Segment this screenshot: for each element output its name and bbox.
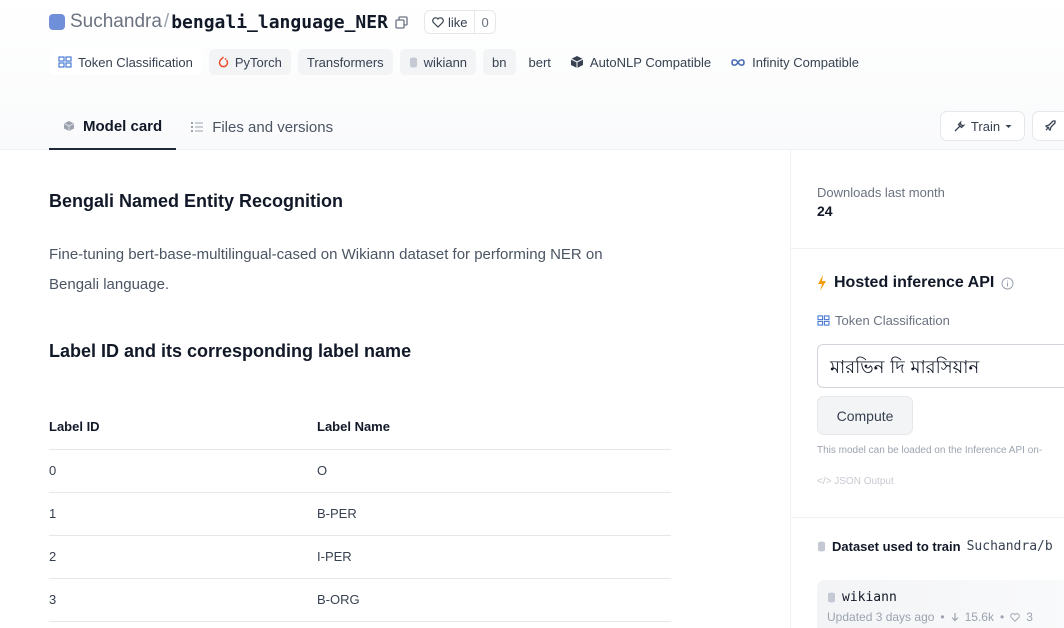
label-table: Label ID Label Name 0 O 1 B-PER 2 I-PER … xyxy=(49,405,671,622)
inference-task: Token Classification xyxy=(817,313,950,328)
wrench-icon xyxy=(954,119,966,131)
pytorch-icon xyxy=(218,55,229,67)
rocket-icon xyxy=(1044,120,1056,132)
path-separator: / xyxy=(163,11,170,32)
train-label: Train xyxy=(970,118,1001,134)
download-icon xyxy=(951,613,959,622)
table-cell: I-PER xyxy=(317,535,671,579)
tab-label: Model card xyxy=(83,117,163,135)
dataset-section-title: Dataset used to train Suchandra/b xyxy=(817,539,1053,554)
tag-list: Token Classification PyTorch Transformer… xyxy=(49,49,865,75)
inference-title-text: Hosted inference API xyxy=(834,274,995,291)
table-cell: 0 xyxy=(49,449,317,493)
column-header: Label ID xyxy=(49,405,317,450)
tag-label: wikiann xyxy=(423,54,468,70)
code-icon: </> xyxy=(817,476,835,487)
dataset-icon xyxy=(828,592,835,603)
table-row: 0 O xyxy=(49,449,671,493)
token-classification-icon xyxy=(58,56,72,68)
section-divider xyxy=(791,517,1064,518)
heart-icon xyxy=(1010,612,1020,622)
json-output-label: JSON Output xyxy=(834,476,894,487)
content-subheading: Label ID and its corresponding label nam… xyxy=(49,341,412,361)
token-classification-icon xyxy=(817,315,830,326)
repo-name-link[interactable]: bengali_language_NER xyxy=(171,12,388,33)
inference-task-label: Token Classification xyxy=(835,313,950,328)
info-icon[interactable] xyxy=(1001,277,1014,290)
content-paragraph: Fine-tuning bert-base-multilingual-cased… xyxy=(49,246,603,293)
dataset-icon xyxy=(409,57,417,67)
repo-title-row: Suchandra / bengali_language_NER like 0 xyxy=(49,9,496,35)
inference-note: This model can be loaded on the Inferenc… xyxy=(817,445,1043,456)
like-label: like xyxy=(447,14,468,30)
dataset-updated: Updated 3 days ago xyxy=(827,610,935,624)
owner-link[interactable]: Suchandra xyxy=(70,11,162,33)
chevron-down-icon xyxy=(1005,124,1012,128)
dataset-name: wikiann xyxy=(842,590,897,605)
dataset-card[interactable]: wikiann Updated 3 days ago • 15.6k • 3 xyxy=(817,580,1064,628)
dataset-downloads: 15.6k xyxy=(964,610,994,624)
tag-bert[interactable]: bert xyxy=(523,49,557,75)
copy-icon[interactable] xyxy=(395,15,408,29)
lightning-icon xyxy=(818,275,826,291)
model-header: Suchandra / bengali_language_NER like 0 … xyxy=(0,0,1064,150)
tag-wikiann[interactable]: wikiann xyxy=(399,49,477,75)
column-header: Label Name xyxy=(317,405,671,450)
tag-infinity[interactable]: Infinity Compatible xyxy=(724,49,865,75)
dataset-likes: 3 xyxy=(1026,610,1033,624)
tag-token-classification[interactable]: Token Classification xyxy=(49,49,202,75)
table-cell: 3 xyxy=(49,578,317,622)
infinity-icon xyxy=(731,58,745,66)
tag-bn[interactable]: bn xyxy=(483,49,516,75)
tag-label: Token Classification xyxy=(78,54,193,70)
dataset-icon xyxy=(818,541,825,552)
inference-api-title: Hosted inference API xyxy=(817,274,1014,292)
separator-dot: • xyxy=(940,610,945,624)
tag-label: PyTorch xyxy=(234,54,282,70)
tab-files-and-versions[interactable]: Files and versions xyxy=(176,104,347,150)
section-divider xyxy=(791,248,1064,249)
tag-label: bert xyxy=(528,54,551,70)
separator-dot: • xyxy=(999,610,1005,624)
tab-model-card[interactable]: Model card xyxy=(49,104,177,150)
files-icon xyxy=(191,122,204,132)
tag-pytorch[interactable]: PyTorch xyxy=(208,49,291,75)
table-row: 2 I-PER xyxy=(49,535,671,579)
dataset-ref[interactable]: Suchandra/b xyxy=(967,539,1053,554)
dataset-title-text: Dataset used to train xyxy=(832,539,961,554)
like-button[interactable]: like 0 xyxy=(423,10,496,34)
deploy-button[interactable] xyxy=(1032,111,1064,141)
table-row: 1 B-PER xyxy=(49,492,671,536)
json-output-toggle[interactable]: </> JSON Output xyxy=(817,476,894,487)
tag-label: Transformers xyxy=(306,54,384,70)
table-header-row: Label ID Label Name xyxy=(49,405,671,450)
heart-icon xyxy=(432,16,444,28)
tag-label: bn xyxy=(492,54,507,70)
owner-avatar[interactable] xyxy=(49,14,65,30)
downloads-value: 24 xyxy=(817,203,833,219)
tag-label: Infinity Compatible xyxy=(752,54,860,70)
sidebar: Downloads last month 24 Hosted inference… xyxy=(790,150,1064,628)
inference-input[interactable]: মারভিন দি মারসিয়ান xyxy=(817,344,1064,388)
table-row: 3 B-ORG xyxy=(49,578,671,622)
table-cell: 2 xyxy=(49,535,317,579)
tab-label: Files and versions xyxy=(212,118,334,136)
tag-label: AutoNLP Compatible xyxy=(589,54,712,70)
table-cell: B-PER xyxy=(317,492,671,536)
downloads-label: Downloads last month xyxy=(817,185,945,200)
table-cell: B-ORG xyxy=(317,578,671,622)
like-count: 0 xyxy=(474,11,494,33)
train-button[interactable]: Train xyxy=(940,111,1025,141)
table-cell: O xyxy=(317,449,671,493)
table-cell: 1 xyxy=(49,492,317,536)
tag-transformers[interactable]: Transformers xyxy=(297,49,393,75)
content-heading: Bengali Named Entity Recognition xyxy=(49,191,344,211)
tag-autonlp[interactable]: AutoNLP Compatible xyxy=(564,49,717,75)
cube-icon xyxy=(570,56,584,68)
tab-bar: Model card Files and versions xyxy=(49,104,347,150)
model-card-icon xyxy=(63,121,75,131)
compute-button[interactable]: Compute xyxy=(817,396,913,435)
